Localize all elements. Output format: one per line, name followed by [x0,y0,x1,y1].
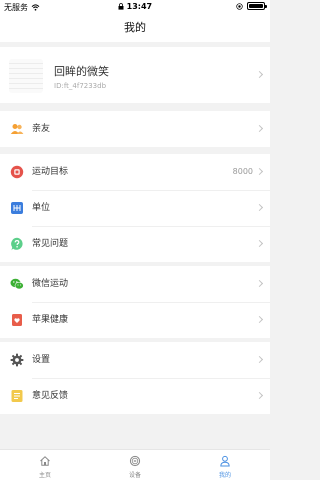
group-integrations: 微信运动 苹果健康 [0,266,270,338]
row-label: 意见反馈 [32,391,69,401]
profile-name: 回眸的微笑 [54,65,109,78]
row-label: 设置 [32,355,51,365]
tab-label: 我的 [218,472,231,479]
chevron-right-icon [255,70,264,79]
tab-device[interactable]: 设备 [90,450,180,480]
row-friends[interactable]: 亲友 [0,111,270,147]
watch-icon [129,455,141,467]
group-preferences: 运动目标 8000 单位 常见问题 [0,154,270,262]
profile-screen: 无服务 13:47 我的 回眸的微笑 ID:ft_4f7233db 亲友 运动目… [0,0,270,480]
question-icon [10,237,24,251]
status-bar: 无服务 13:47 [0,0,270,13]
row-label: 运动目标 [32,167,69,177]
clock-time: 13:47 [126,2,153,11]
tab-label: 主页 [38,472,51,479]
avatar[interactable] [9,59,43,93]
wechat-icon [10,277,24,291]
profile-id: ID:ft_4f7233db [54,82,107,90]
orientation-lock-icon [236,2,243,10]
row-label: 亲友 [32,124,51,134]
health-icon [10,313,24,327]
gear-icon [10,353,24,367]
row-faq[interactable]: 常见问题 [0,226,270,262]
feedback-icon [10,389,24,403]
person-icon [220,455,230,467]
chevron-right-icon [255,239,264,248]
row-settings[interactable]: 设置 [0,342,270,378]
row-health[interactable]: 苹果健康 [0,302,270,338]
battery-icon [247,2,267,10]
row-goal[interactable]: 运动目标 8000 [0,154,270,190]
home-icon [40,456,50,466]
nav-bar: 我的 [0,13,270,42]
tab-me[interactable]: 我的 [180,450,270,480]
status-right [236,2,267,10]
chevron-right-icon [255,124,264,133]
chevron-right-icon [255,315,264,324]
row-wechat[interactable]: 微信运动 [0,266,270,302]
chevron-right-icon [255,167,264,176]
chevron-right-icon [255,391,264,400]
group-system: 设置 意见反馈 [0,342,270,414]
tab-home[interactable]: 主页 [0,450,90,480]
chevron-right-icon [255,279,264,288]
row-label: 常见问题 [32,239,69,249]
unit-icon [10,201,24,215]
row-label: 苹果健康 [32,315,69,325]
profile-card[interactable]: 回眸的微笑 ID:ft_4f7233db [0,47,270,103]
row-unit[interactable]: 单位 [0,190,270,226]
people-icon [10,122,24,136]
chevron-right-icon [255,203,264,212]
row-label: 单位 [32,203,51,213]
row-label: 微信运动 [32,279,69,289]
page-title: 我的 [124,21,146,34]
chevron-right-icon [255,355,264,364]
lock-icon [118,3,124,10]
tab-bar: 主页 设备 我的 [0,449,270,480]
target-icon [10,165,24,179]
row-feedback[interactable]: 意见反馈 [0,378,270,414]
group-friends: 亲友 [0,111,270,147]
tab-label: 设备 [128,472,141,479]
goal-value: 8000 [232,167,253,176]
